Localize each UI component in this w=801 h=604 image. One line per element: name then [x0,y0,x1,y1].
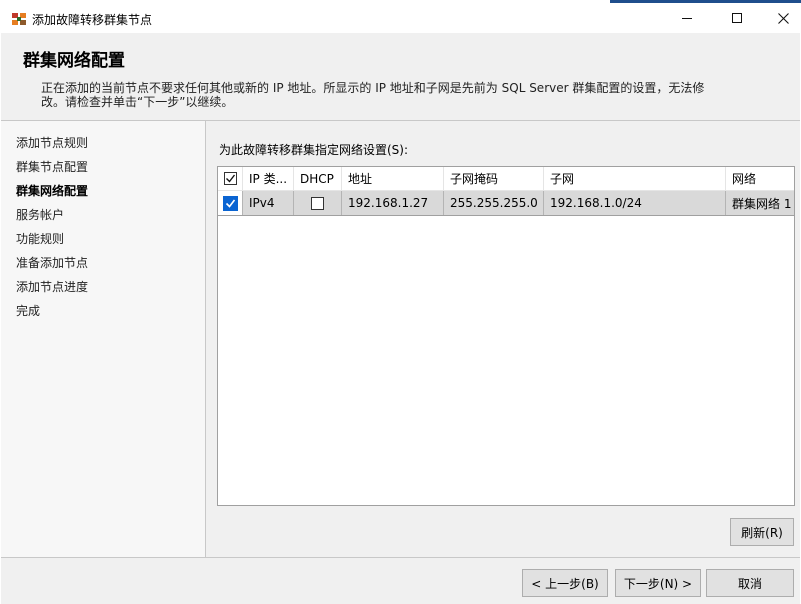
maximize-icon [732,13,742,23]
select-all-checkbox[interactable] [223,172,237,185]
cell-subnet: 192.168.1.0/24 [544,191,726,215]
page-title: 群集网络配置 [23,51,125,71]
cell-subnet-mask: 255.255.255.0 [444,191,544,215]
network-settings-label: 为此故障转移群集指定网络设置(S): [219,143,409,157]
wizard-steps-nav: 添加节点规则 群集节点配置 群集网络配置 服务帐户 功能规则 准备添加节点 添加… [1,121,206,557]
grid-header: IP 类... DHCP 地址 子网掩码 子网 网络 [218,167,794,191]
refresh-button[interactable]: 刷新(R) [730,518,794,546]
column-header-ip-type[interactable]: IP 类... [243,167,294,190]
nav-item-ready-to-add-node[interactable]: 准备添加节点 [16,254,88,271]
back-button[interactable]: < 上一步(B) [522,569,608,597]
checkmark-icon [225,199,235,208]
window-title: 添加故障转移群集节点 [32,13,153,27]
cell-network: 群集网络 1 [732,196,792,211]
nav-item-feature-rules[interactable]: 功能规则 [16,230,64,247]
nav-item-add-node-rules[interactable]: 添加节点规则 [16,134,88,151]
minimize-icon [682,17,692,19]
nav-item-service-accounts[interactable]: 服务帐户 [16,206,64,223]
nav-item-add-node-progress[interactable]: 添加节点进度 [16,278,88,295]
wizard-footer: < 上一步(B) 下一步(N) > 取消 [1,558,800,604]
page-header: 群集网络配置 正在添加的当前节点不要求任何其他或新的 IP 地址。所显示的 IP… [1,33,800,120]
column-header-network[interactable]: 网络 [726,167,794,190]
cancel-button[interactable]: 取消 [706,569,794,597]
column-header-address[interactable]: 地址 [342,167,444,190]
dhcp-checkbox[interactable] [311,196,324,210]
column-header-dhcp[interactable]: DHCP [294,167,342,190]
cluster-app-icon [11,11,27,27]
minimize-button[interactable] [664,3,710,33]
row-checkbox[interactable] [222,195,238,211]
cell-ip-type: IPv4 [243,191,294,215]
column-header-subnet-mask[interactable]: 子网掩码 [444,167,544,190]
cell-address: 192.168.1.27 [342,191,444,215]
nav-item-complete[interactable]: 完成 [16,302,40,319]
select-all-checkbox-cell[interactable] [218,167,243,190]
close-icon [777,12,789,24]
nav-item-cluster-node-config[interactable]: 群集节点配置 [16,158,88,175]
close-button[interactable] [760,3,801,33]
content-panel: 为此故障转移群集指定网络设置(S): IP 类... DHCP 地址 子网掩码 … [206,121,800,557]
row-checkbox-cell[interactable] [218,191,243,215]
table-row[interactable]: IPv4 192.168.1.27 255.255.255.0 192.168.… [218,191,794,216]
cell-dhcp [294,191,342,215]
next-button[interactable]: 下一步(N) > [615,569,701,597]
page-description: 正在添加的当前节点不要求任何其他或新的 IP 地址。所显示的 IP 地址和子网是… [41,81,705,109]
title-bar[interactable]: 添加故障转移群集节点 [0,3,801,33]
network-settings-grid[interactable]: IP 类... DHCP 地址 子网掩码 子网 网络 IPv4 192.168.… [217,166,795,506]
column-header-subnet[interactable]: 子网 [544,167,726,190]
maximize-button[interactable] [714,3,760,33]
checkmark-icon [225,174,235,183]
nav-item-cluster-network-config[interactable]: 群集网络配置 [16,182,88,199]
